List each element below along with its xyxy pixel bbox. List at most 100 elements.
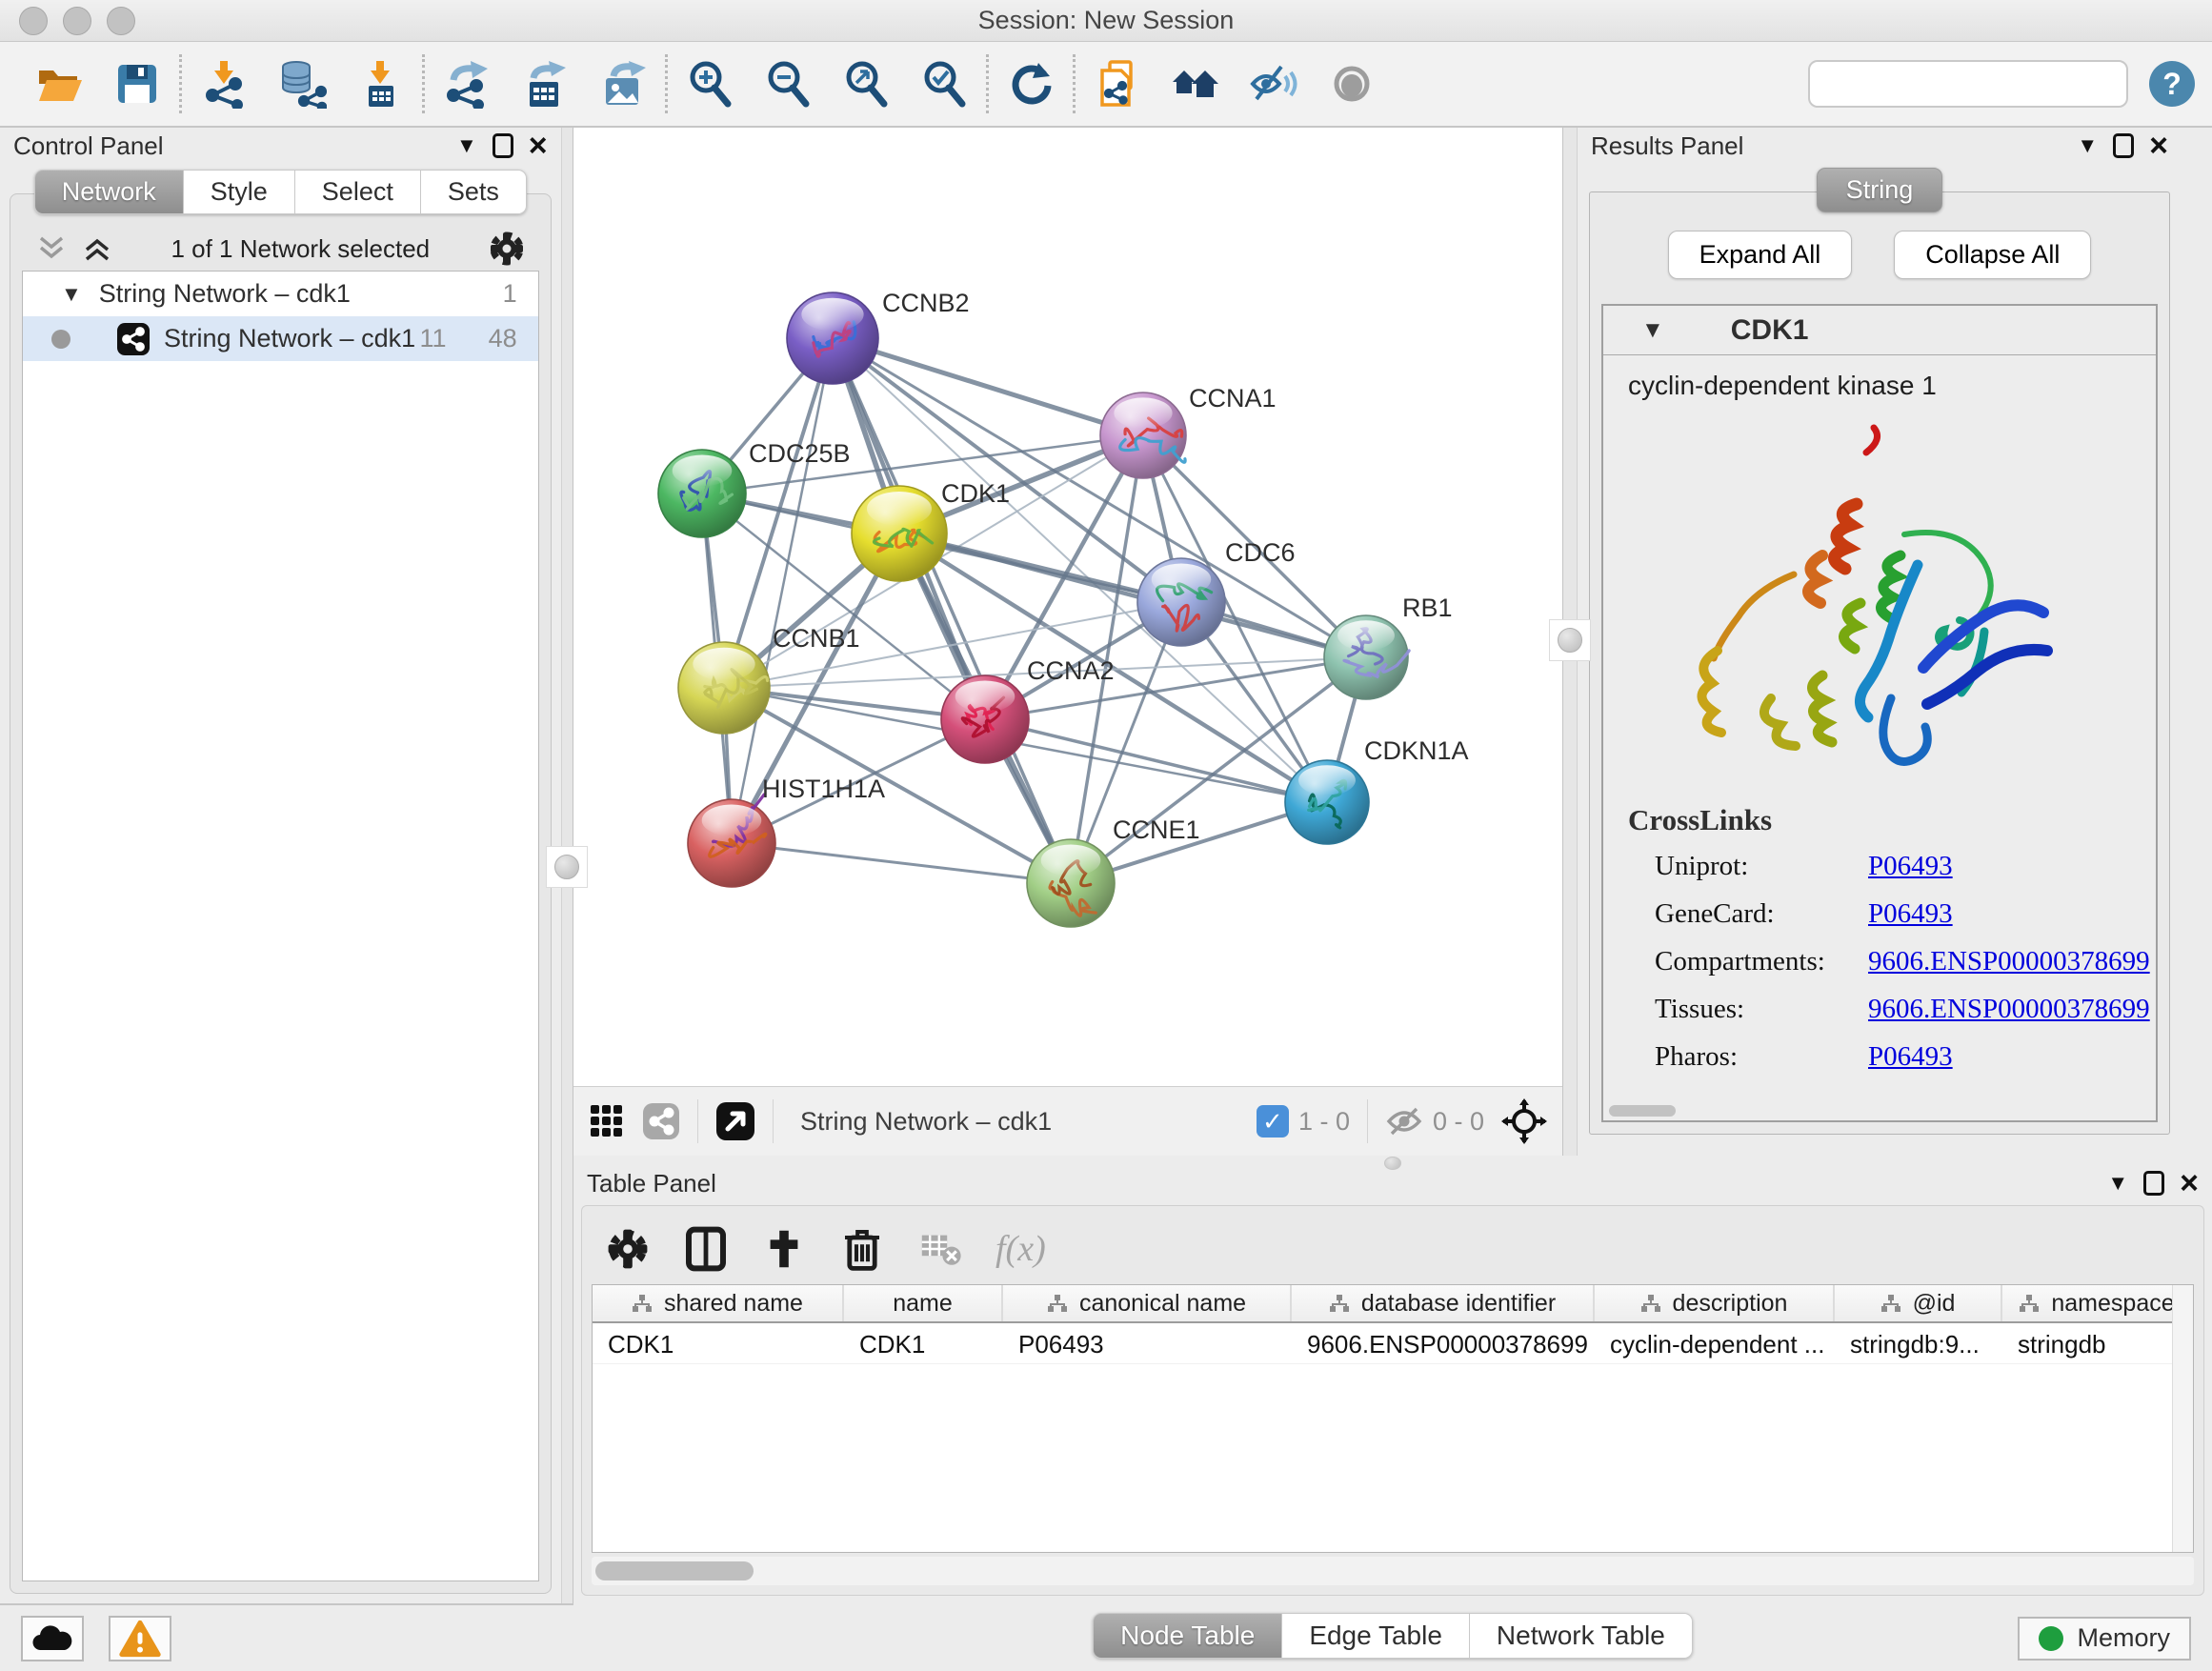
node-CCNA2[interactable] [941,675,1029,763]
cloud-status-button[interactable] [21,1616,84,1661]
tab-sets[interactable]: Sets [421,170,527,214]
table-panel-menu-icon[interactable]: ▼ [2107,1171,2128,1196]
table-cell[interactable]: cyclin-dependent ... [1595,1323,1835,1363]
node-CDC25B[interactable] [658,450,746,537]
column-header--id[interactable]: @id [1835,1285,2002,1321]
fit-content-button[interactable] [839,57,893,111]
collapse-all-icon[interactable] [35,234,68,263]
collapse-all-button[interactable]: Collapse All [1894,231,2091,279]
tab-network-table[interactable]: Network Table [1470,1613,1693,1659]
splitter-handle[interactable] [1549,619,1591,661]
zoom-in-button[interactable] [683,57,736,111]
results-panel-float-icon[interactable] [2113,133,2134,158]
create-column-button[interactable] [761,1226,807,1272]
import-network-file-button[interactable] [197,57,251,111]
edge-CDK1-RB1[interactable] [899,534,1366,657]
tab-select[interactable]: Select [295,170,421,214]
function-builder-button[interactable]: f(x) [995,1228,1046,1270]
column-header-namespace[interactable]: namespace [2002,1285,2193,1321]
tab-network[interactable]: Network [34,170,184,214]
control-panel-menu-icon[interactable]: ▼ [456,133,477,158]
results-panel-splitter[interactable] [1562,128,1578,1156]
crosslink-link[interactable]: P06493 [1868,851,1953,882]
export-image-button[interactable] [596,57,650,111]
import-table-file-button[interactable] [353,57,407,111]
table-cell[interactable]: 9606.ENSP00000378699 [1292,1323,1595,1363]
import-network-database-button[interactable] [275,57,329,111]
save-session-button[interactable] [111,57,164,111]
node-RB1[interactable] [1324,615,1409,699]
search-input[interactable] [1821,70,2141,99]
column-header-database-identifier[interactable]: database identifier [1292,1285,1595,1321]
warning-status-button[interactable] [109,1616,171,1661]
column-header-canonical-name[interactable]: canonical name [1003,1285,1292,1321]
column-header-description[interactable]: description [1595,1285,1835,1321]
export-table-button[interactable] [518,57,572,111]
edge-HIST1H1A-CCNE1[interactable] [732,843,1071,883]
table-hscrollbar[interactable] [592,1557,2194,1585]
pan-crosshair-icon[interactable] [1501,1098,1547,1144]
table-panel-close-icon[interactable]: × [2180,1171,2199,1196]
zoom-selected-button[interactable] [917,57,971,111]
edge-CCNB2-CCNA1[interactable] [833,338,1143,435]
home-networks-button[interactable] [1169,57,1222,111]
results-panel-close-icon[interactable]: × [2149,133,2168,158]
crosslink-link[interactable]: P06493 [1868,898,1953,930]
open-session-button[interactable] [32,57,86,111]
tab-style[interactable]: Style [184,170,295,214]
birdseye-icon[interactable] [715,1101,755,1141]
table-cell[interactable]: CDK1 [844,1323,1003,1363]
memory-button[interactable]: Memory [2018,1617,2191,1661]
selected-checkbox-icon[interactable]: ✓ [1257,1105,1289,1137]
table-cell[interactable]: stringdb [2002,1323,2193,1363]
table-settings-button[interactable] [605,1226,651,1272]
select-columns-button[interactable] [683,1226,729,1272]
table-vscrollbar[interactable] [2172,1285,2193,1552]
delete-column-button[interactable] [839,1226,885,1272]
export-network-button[interactable] [440,57,493,111]
node-CDC6[interactable] [1137,558,1225,646]
column-header-name[interactable]: name [844,1285,1003,1321]
tab-node-table[interactable]: Node Table [1093,1613,1282,1659]
left-panel-splitter[interactable] [561,128,573,1603]
network-collection-row[interactable]: ▼ String Network – cdk1 1 [23,272,538,316]
node-CDKN1A[interactable] [1285,760,1369,844]
column-header-shared-name[interactable]: shared name [593,1285,844,1321]
help-button[interactable]: ? [2149,61,2195,107]
network-options-gear-icon[interactable] [488,230,526,268]
edge-CCNB2-HIST1H1A[interactable] [732,338,833,843]
string-protein-query-button[interactable] [1091,57,1144,111]
grid-mode-icon[interactable] [589,1103,625,1139]
table-cell[interactable]: stringdb:9... [1835,1323,2002,1363]
results-panel-menu-icon[interactable]: ▼ [2077,133,2098,158]
control-panel-close-icon[interactable]: × [529,133,548,158]
tab-string[interactable]: String [1817,168,1943,212]
table-panel-splitter[interactable] [573,1156,2212,1165]
table-panel-float-icon[interactable] [2143,1171,2164,1196]
crosslink-link[interactable]: P06493 [1868,1041,1953,1073]
table-cell[interactable]: P06493 [1003,1323,1292,1363]
control-panel-float-icon[interactable] [493,133,513,158]
refresh-view-button[interactable] [1004,57,1057,111]
collection-expand-icon[interactable]: ▼ [61,282,82,307]
splitter-handle[interactable] [546,846,588,888]
protein-card-hscrollbar[interactable] [1609,1105,1676,1117]
birdseye-toggle-button[interactable] [1325,57,1378,111]
table-cell[interactable]: CDK1 [593,1323,844,1363]
network-canvas[interactable]: CCNB2CCNA1CDC25BCDK1CDC6RB1CCNB1CCNA2CDK… [573,128,1562,1086]
network-share-icon[interactable] [642,1102,680,1140]
node-CCNB1[interactable] [678,642,770,734]
show-hide-graphics-details-button[interactable] [1247,57,1300,111]
node-CCNE1[interactable] [1027,839,1115,927]
network-row[interactable]: String Network – cdk1 11 48 [23,316,538,361]
node-CDK1[interactable] [852,486,947,581]
expand-all-icon[interactable] [81,234,113,263]
expand-all-button[interactable]: Expand All [1668,231,1853,279]
zoom-out-button[interactable] [761,57,814,111]
crosslink-link[interactable]: 9606.ENSP00000378699 [1868,946,2150,977]
node-CCNA1[interactable] [1100,393,1186,478]
crosslink-link[interactable]: 9606.ENSP00000378699 [1868,994,2150,1025]
protein-collapse-icon[interactable]: ▼ [1641,317,1664,344]
tab-edge-table[interactable]: Edge Table [1282,1613,1470,1659]
node-CCNB2[interactable] [787,292,878,384]
